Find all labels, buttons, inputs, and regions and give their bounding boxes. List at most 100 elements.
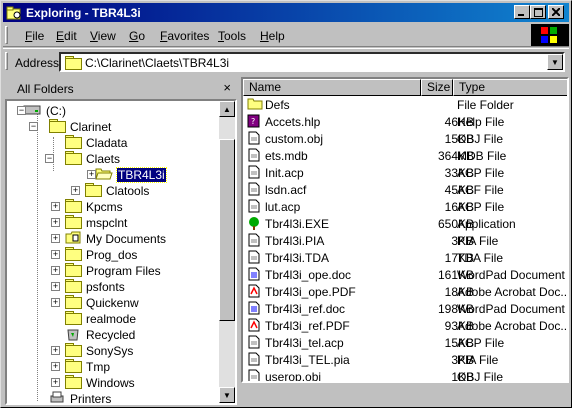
- generic-file-icon: [247, 250, 261, 264]
- tree-node-cladata[interactable]: Cladata: [65, 135, 128, 151]
- file-name: lsdn.acf: [265, 183, 307, 197]
- generic-file-icon: [247, 369, 261, 381]
- address-value: C:\Clarinet\Claets\TBR4L3i: [85, 56, 230, 70]
- close-pane-button[interactable]: ×: [223, 80, 231, 95]
- tree-node-quickenw[interactable]: + Quickenw: [51, 295, 140, 311]
- file-row[interactable]: lut.acp 16KB ACP File: [243, 198, 567, 215]
- wordpad-icon: [247, 267, 261, 281]
- file-row[interactable]: Tbr4l3i.TDA 17KB TDA File: [243, 249, 567, 266]
- tree-node-sonysys[interactable]: + SonySys: [51, 343, 134, 359]
- file-row[interactable]: Init.acp 33KB ACP File: [243, 164, 567, 181]
- file-row[interactable]: Tbr4l3i_TEL.pia 3KB PIA File: [243, 351, 567, 368]
- tree-node-program-files[interactable]: + Program Files: [51, 263, 162, 279]
- tree-node-tbr4l3i[interactable]: + TBR4L3i: [87, 167, 167, 183]
- tree-node-kpcms[interactable]: + Kpcms: [51, 199, 124, 215]
- file-name: Defs: [265, 98, 290, 112]
- folder-icon: [85, 183, 102, 199]
- help-file-icon: ?: [247, 114, 261, 128]
- file-row[interactable]: Tbr4l3i_ref.PDF 93KB Adobe Acrobat Doc...: [243, 317, 567, 334]
- menu-edit[interactable]: Edit: [56, 29, 77, 43]
- tree-node-claets[interactable]: − Claets: [45, 151, 121, 167]
- tree-node-windows[interactable]: + Windows: [51, 375, 136, 391]
- folder-icon: [65, 375, 82, 391]
- file-name: Tbr4l3i_ope.PDF: [265, 285, 356, 299]
- tree-node-mspclnt[interactable]: + mspclnt: [51, 215, 128, 231]
- title-bar[interactable]: Exploring - TBR4L3i: [3, 3, 569, 22]
- expand-toggle[interactable]: +: [51, 362, 60, 371]
- expand-toggle[interactable]: +: [51, 378, 60, 387]
- tree-node-my-documents[interactable]: + My Documents: [51, 231, 167, 247]
- file-row[interactable]: Tbr4l3i_ope.doc 161KB WordPad Document: [243, 266, 567, 283]
- expand-toggle[interactable]: +: [51, 298, 60, 307]
- tree-scrollbar[interactable]: ▲ ▼: [219, 101, 235, 403]
- file-type: OBJ File: [457, 370, 504, 383]
- expand-toggle[interactable]: +: [51, 250, 60, 259]
- collapse-toggle[interactable]: −: [17, 106, 26, 115]
- tree-node-realmode[interactable]: realmode: [65, 311, 137, 327]
- pdf-icon: [247, 284, 261, 298]
- window-title: Exploring - TBR4L3i: [26, 5, 141, 20]
- menu-tools[interactable]: Tools: [218, 29, 246, 43]
- tree-node-printers[interactable]: Printers: [49, 391, 112, 403]
- expand-toggle[interactable]: +: [51, 346, 60, 355]
- file-row[interactable]: Tbr4l3i_ref.doc 198KB WordPad Document: [243, 300, 567, 317]
- expand-toggle[interactable]: +: [87, 170, 96, 179]
- menu-help[interactable]: Help: [260, 29, 285, 43]
- file-row[interactable]: Tbr4l3i_ope.PDF 18KB Adobe Acrobat Doc...: [243, 283, 567, 300]
- tree-node-psfonts[interactable]: + psfonts: [51, 279, 126, 295]
- generic-file-icon: [247, 199, 261, 213]
- file-name: ets.mdb: [265, 149, 308, 163]
- expand-toggle[interactable]: +: [51, 202, 60, 211]
- expand-toggle[interactable]: +: [71, 186, 80, 195]
- tree-node-recycled[interactable]: Recycled: [65, 327, 136, 343]
- menu-file[interactable]: File: [25, 29, 44, 43]
- close-button[interactable]: [548, 5, 564, 19]
- collapse-toggle[interactable]: −: [45, 154, 54, 163]
- folder-icon: [65, 279, 82, 295]
- file-name: Accets.hlp: [265, 115, 321, 129]
- minimize-button[interactable]: [514, 5, 530, 19]
- tree-node-clarinet[interactable]: − Clarinet: [29, 119, 112, 135]
- folders-pane: All Folders × − (C:) − Clarinet Cladata: [3, 77, 239, 407]
- tree-node-prog-dos[interactable]: + Prog_dos: [51, 247, 138, 263]
- menu-favorites[interactable]: Favorites: [160, 29, 209, 43]
- folder-icon: [65, 199, 82, 215]
- file-name: Tbr4l3i_ope.doc: [265, 268, 352, 282]
- file-type: File Folder: [457, 98, 514, 112]
- file-row[interactable]: Defs File Folder: [243, 96, 567, 113]
- file-row[interactable]: Tbr4l3i.PIA 3KB PIA File: [243, 232, 567, 249]
- scroll-up-button[interactable]: ▲: [219, 101, 235, 117]
- file-row[interactable]: Tbr4l3i_tel.acp 15KB ACP File: [243, 334, 567, 351]
- address-bar: Address C:\Clarinet\Claets\TBR4L3i ▼: [3, 48, 569, 74]
- folder-icon: [49, 119, 66, 135]
- column-header-name[interactable]: Name: [243, 79, 421, 96]
- tree-node-tmp[interactable]: + Tmp: [51, 359, 111, 375]
- menu-grip[interactable]: [5, 26, 8, 44]
- address-dropdown-button[interactable]: ▼: [547, 54, 563, 70]
- menu-view[interactable]: View: [90, 29, 116, 43]
- file-row[interactable]: custom.obj 15KB OBJ File: [243, 130, 567, 147]
- scroll-down-button[interactable]: ▼: [219, 387, 235, 403]
- scroll-thumb[interactable]: [219, 139, 235, 321]
- address-input[interactable]: C:\Clarinet\Claets\TBR4L3i ▼: [59, 52, 565, 72]
- file-row[interactable]: userop.obj 1KB OBJ File: [243, 368, 567, 383]
- column-header-size[interactable]: Size: [421, 79, 453, 96]
- collapse-toggle[interactable]: −: [29, 122, 38, 131]
- file-type: Help File: [457, 115, 505, 129]
- file-row[interactable]: Tbr4l3i.EXE 650KB Application: [243, 215, 567, 232]
- expand-toggle[interactable]: +: [51, 218, 60, 227]
- tree-node-clatools[interactable]: + Clatools: [71, 183, 150, 199]
- tree-node-drive-c[interactable]: − (C:): [17, 103, 67, 119]
- expand-toggle[interactable]: +: [51, 266, 60, 275]
- folder-icon: [65, 311, 82, 327]
- menu-go[interactable]: Go: [129, 29, 145, 43]
- expand-toggle[interactable]: +: [51, 234, 60, 243]
- column-header-type[interactable]: Type: [453, 79, 567, 96]
- address-grip[interactable]: [5, 52, 8, 70]
- documents-folder-icon: [65, 231, 81, 247]
- file-row[interactable]: ? Accets.hlp 46KB Help File: [243, 113, 567, 130]
- file-row[interactable]: lsdn.acf 45KB ACF File: [243, 181, 567, 198]
- expand-toggle[interactable]: +: [51, 282, 60, 291]
- maximize-button[interactable]: [530, 5, 546, 19]
- file-row[interactable]: ets.mdb 364KB MDB File: [243, 147, 567, 164]
